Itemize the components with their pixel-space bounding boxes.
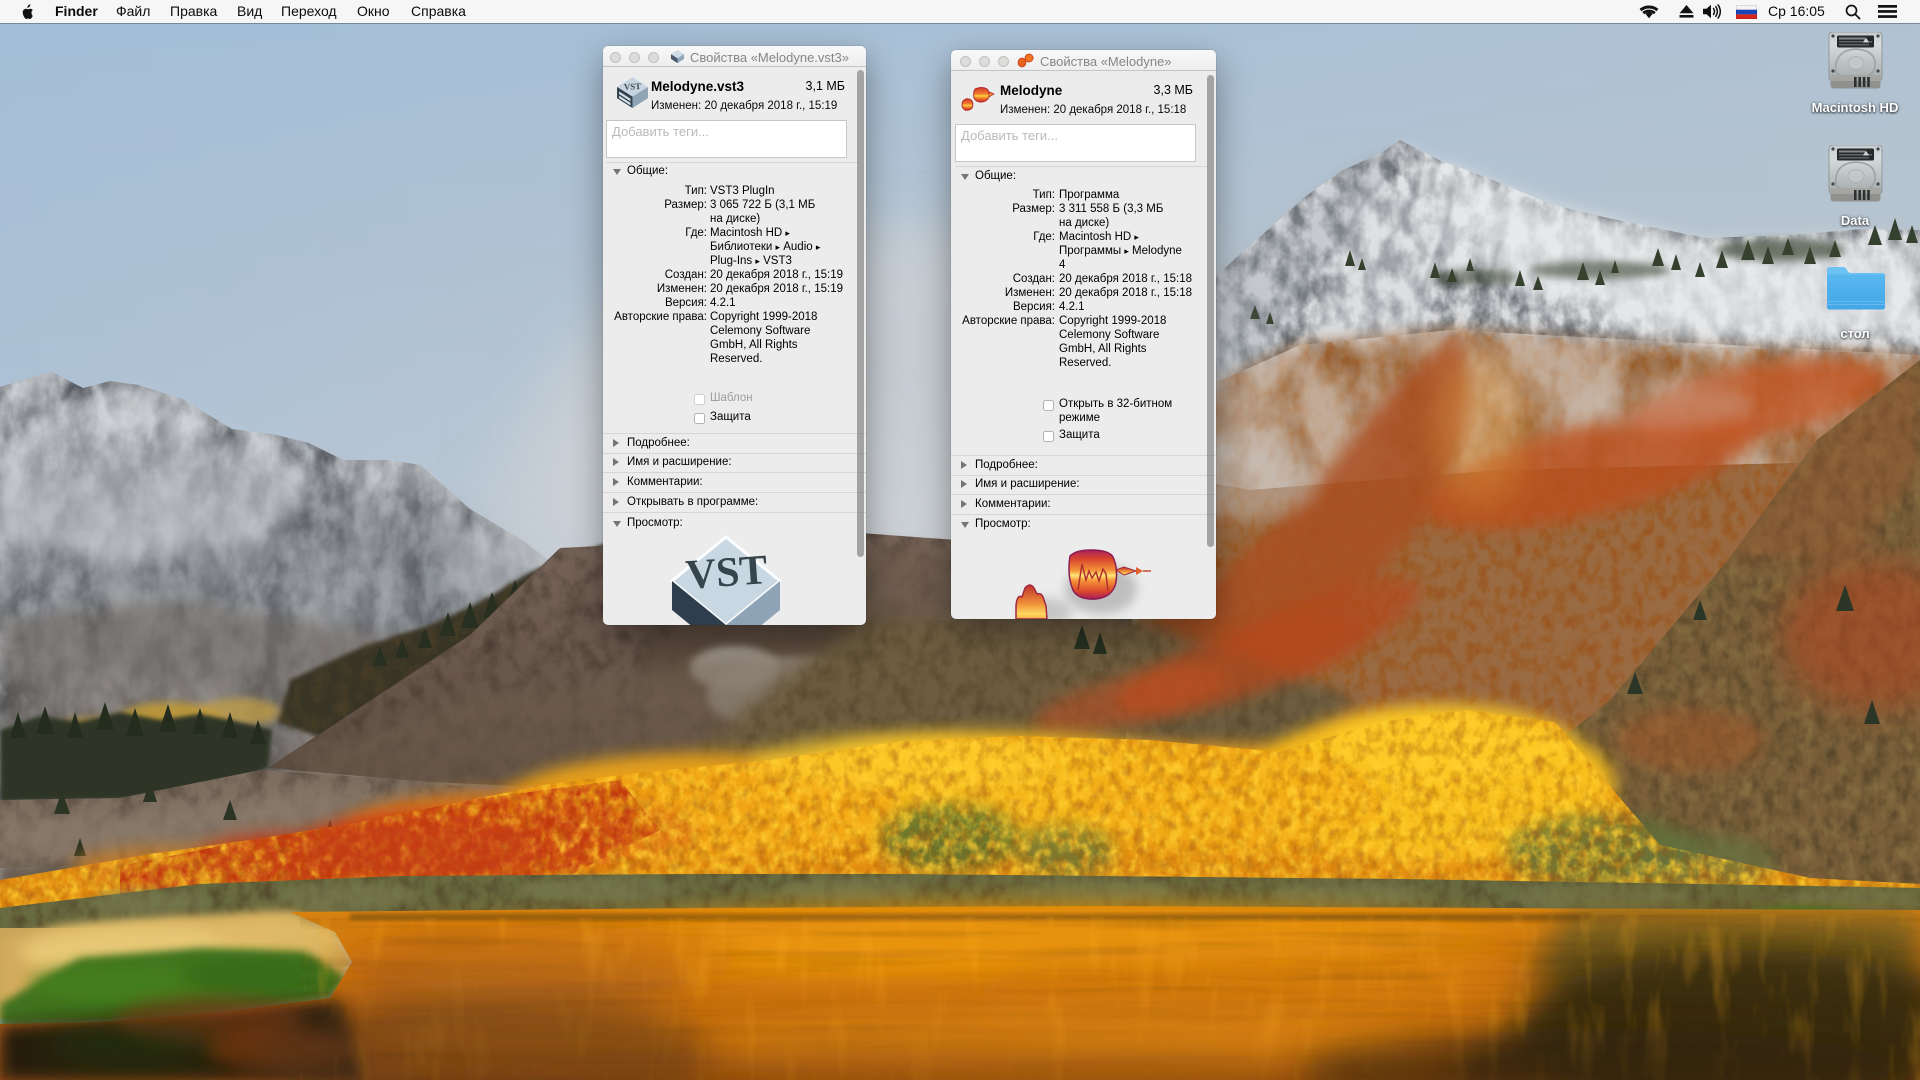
svg-text:VST: VST (624, 81, 642, 92)
svg-text:VST: VST (684, 547, 769, 599)
